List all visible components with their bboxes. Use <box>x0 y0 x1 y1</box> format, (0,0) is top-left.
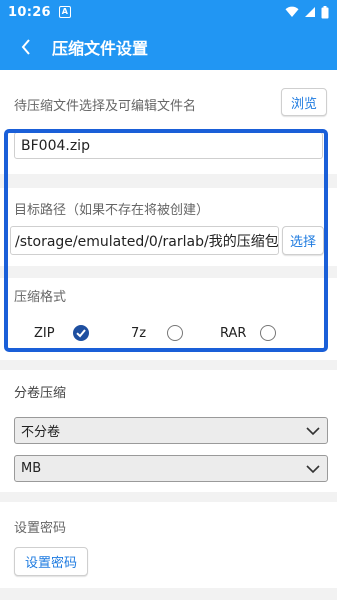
format-radio-group: ZIP 7z RAR <box>0 323 337 345</box>
split-volume-label: 分卷压缩 <box>14 386 67 401</box>
password-label: 设置密码 <box>14 521 67 536</box>
notification-a-icon: A <box>58 6 71 18</box>
section-divider <box>0 360 337 370</box>
status-time: 10:26 <box>8 4 51 20</box>
check-icon <box>76 329 86 338</box>
filename-input[interactable]: BF004.zip <box>14 132 323 159</box>
chevron-down-icon <box>306 465 320 474</box>
status-bar: 10:26 A <box>0 0 337 24</box>
format-option-rar-radio[interactable] <box>260 325 276 341</box>
format-option-zip-radio[interactable] <box>73 325 89 341</box>
select-path-button[interactable]: 选择 <box>282 226 324 255</box>
page-title: 压缩文件设置 <box>52 39 149 58</box>
split-mode-select[interactable]: 不分卷 <box>14 417 328 444</box>
target-path-input[interactable]: /storage/emulated/0/rarlab/我的压缩包 <box>10 226 279 255</box>
chevron-left-icon <box>21 39 30 55</box>
format-option-7z-label: 7z <box>131 326 147 341</box>
section-divider <box>0 588 337 600</box>
file-select-label: 待压缩文件选择及可编辑文件名 <box>14 99 197 114</box>
split-unit-select[interactable]: MB <box>14 455 328 482</box>
back-button[interactable] <box>0 24 52 70</box>
section-divider <box>0 492 337 502</box>
battery-icon <box>321 5 329 18</box>
wifi-icon <box>285 6 299 17</box>
split-unit-value: MB <box>21 461 42 476</box>
signal-icon <box>305 7 315 17</box>
set-password-button[interactable]: 设置密码 <box>14 547 88 576</box>
status-icons <box>285 5 329 19</box>
compression-format-label: 压缩格式 <box>14 290 67 305</box>
format-option-zip-label: ZIP <box>34 326 55 341</box>
format-option-rar-label: RAR <box>220 326 247 341</box>
chevron-down-icon <box>306 427 320 436</box>
target-path-label: 目标路径（如果不存在将被创建） <box>14 203 210 218</box>
section-divider <box>0 266 337 278</box>
app-bar: 压缩文件设置 <box>0 24 337 70</box>
browse-button[interactable]: 浏览 <box>281 88 327 116</box>
section-divider <box>0 174 337 188</box>
format-option-7z-radio[interactable] <box>167 325 183 341</box>
split-mode-value: 不分卷 <box>21 425 61 440</box>
